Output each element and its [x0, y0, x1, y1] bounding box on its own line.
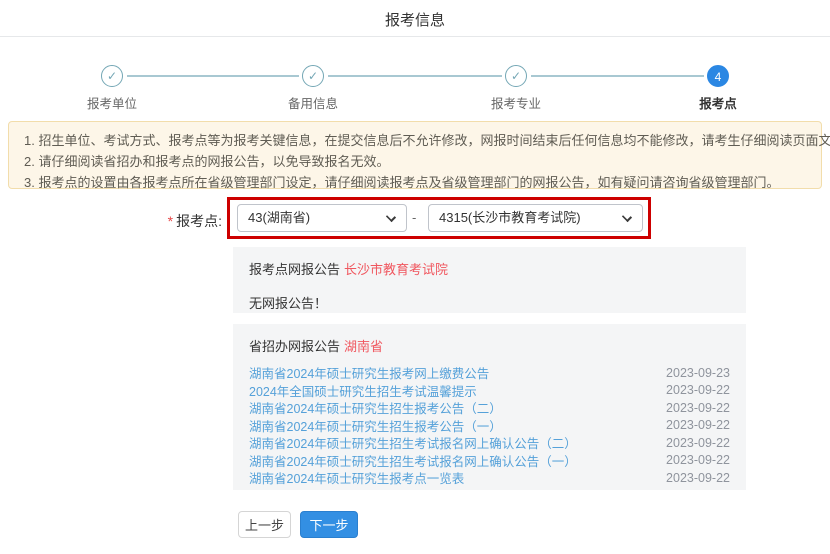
announcement-date: 2023-09-22 — [666, 436, 730, 450]
announcement-date: 2023-09-23 — [666, 366, 730, 380]
announcement-link[interactable]: 湖南省2024年硕士研究生报考网上缴费公告 — [249, 363, 489, 382]
list-item: 湖南省2024年硕士研究生招生考试报名网上确认公告（二） 2023-09-22 — [249, 434, 730, 452]
province-announcement-box: 省招办网报公告湖南省 湖南省2024年硕士研究生报考网上缴费公告 2023-09… — [233, 324, 746, 490]
list-item: 湖南省2024年硕士研究生报考网上缴费公告 2023-09-23 — [249, 364, 730, 382]
header-divider — [0, 36, 830, 37]
notice-line: 3. 报考点的设置由各报考点所在省级管理部门设定，请仔细阅读报考点及省级管理部门… — [24, 172, 806, 193]
site-announcement-box: 报考点网报公告长沙市教育考试院 无网报公告！ — [233, 247, 746, 313]
step-beiyong-xinxi: ✓ 备用信息 — [253, 65, 373, 112]
chevron-down-icon — [622, 212, 632, 222]
announcement-link[interactable]: 2024年全国硕士研究生招生考试温馨提示 — [249, 381, 477, 400]
step-label: 报考点 — [658, 93, 778, 112]
announcement-date: 2023-09-22 — [666, 453, 730, 467]
previous-step-button[interactable]: 上一步 — [238, 511, 291, 538]
step-label: 报考单位 — [52, 93, 172, 112]
next-step-button[interactable]: 下一步 — [300, 511, 358, 538]
step-wizard: ✓ 报考单位 ✓ 备用信息 ✓ 报考专业 4 报考点 — [0, 55, 830, 107]
no-announcement-text: 无网报公告！ — [249, 293, 730, 312]
select-separator: - — [412, 210, 416, 225]
announcement-date: 2023-09-22 — [666, 418, 730, 432]
list-item: 湖南省2024年硕士研究生招生报考公告（一） 2023-09-22 — [249, 417, 730, 435]
list-item: 湖南省2024年硕士研究生招生报考公告（二） 2023-09-22 — [249, 399, 730, 417]
step-baokao-zhuanye: ✓ 报考专业 — [456, 65, 576, 112]
notice-line: 1. 招生单位、考试方式、报考点等为报考关键信息，在提交信息后不允许修改，网报时… — [24, 130, 806, 151]
announcement-link[interactable]: 湖南省2024年硕士研究生招生考试报名网上确认公告（二） — [249, 433, 577, 452]
check-icon: ✓ — [101, 65, 123, 87]
list-item: 湖南省2024年硕士研究生招生考试报名网上确认公告（一） 2023-09-22 — [249, 452, 730, 470]
check-icon: ✓ — [505, 65, 527, 87]
announcement-link[interactable]: 湖南省2024年硕士研究生招生考试报名网上确认公告（一） — [249, 451, 577, 470]
step-baokao-danwei: ✓ 报考单位 — [52, 65, 172, 112]
step-number-badge: 4 — [707, 65, 729, 87]
required-asterisk: * — [168, 213, 173, 229]
province-name: 湖南省 — [344, 339, 383, 354]
province-announcement-title: 省招办网报公告湖南省 — [249, 336, 730, 355]
page-title: 报考信息 — [0, 9, 830, 30]
site-announcement-title: 报考点网报公告长沙市教育考试院 — [249, 259, 730, 278]
step-label: 备用信息 — [253, 93, 373, 112]
site-name: 长沙市教育考试院 — [344, 262, 448, 277]
notice-line: 2. 请仔细阅读省招办和报考点的网报公告，以免导致报名无效。 — [24, 151, 806, 172]
announcement-link[interactable]: 湖南省2024年硕士研究生报考点一览表 — [249, 468, 464, 487]
province-select[interactable]: 43(湖南省) — [237, 204, 407, 232]
list-item: 2024年全国硕士研究生招生考试温馨提示 2023-09-22 — [249, 382, 730, 400]
exam-site-select-value: 4315(长沙市教育考试院) — [439, 210, 581, 225]
announcement-date: 2023-09-22 — [666, 471, 730, 485]
chevron-down-icon — [386, 212, 396, 222]
baokaodian-field-label: *报考点: — [0, 211, 222, 231]
notice-box: 1. 招生单位、考试方式、报考点等为报考关键信息，在提交信息后不允许修改，网报时… — [8, 121, 822, 189]
step-baokaodian: 4 报考点 — [658, 65, 778, 112]
exam-site-select[interactable]: 4315(长沙市教育考试院) — [428, 204, 643, 232]
announcement-link[interactable]: 湖南省2024年硕士研究生招生报考公告（一） — [249, 416, 502, 435]
step-label: 报考专业 — [456, 93, 576, 112]
announcement-link[interactable]: 湖南省2024年硕士研究生招生报考公告（二） — [249, 398, 502, 417]
province-select-value: 43(湖南省) — [248, 210, 310, 225]
check-icon: ✓ — [302, 65, 324, 87]
list-item: 湖南省2024年硕士研究生报考点一览表 2023-09-22 — [249, 469, 730, 487]
announcement-date: 2023-09-22 — [666, 383, 730, 397]
announcement-list: 湖南省2024年硕士研究生报考网上缴费公告 2023-09-23 2024年全国… — [249, 364, 730, 487]
announcement-date: 2023-09-22 — [666, 401, 730, 415]
